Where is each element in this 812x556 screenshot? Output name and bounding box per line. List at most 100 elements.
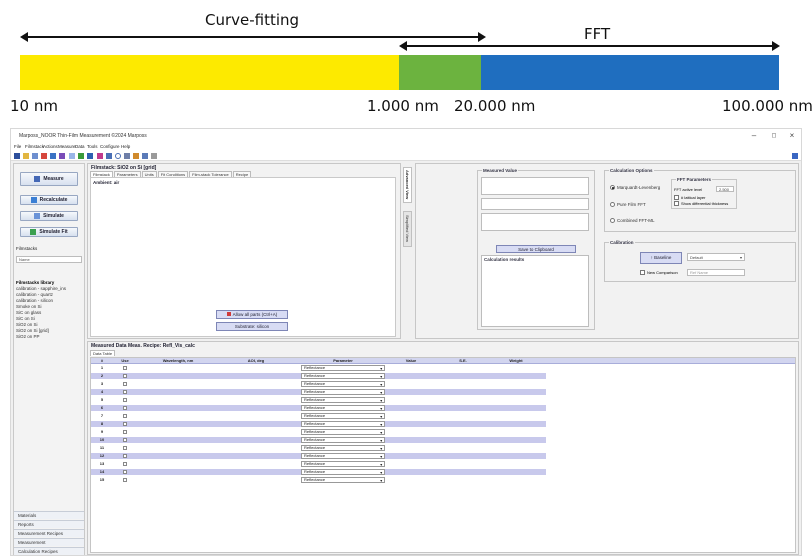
edit-icon[interactable] [41,153,47,159]
recalculate-button[interactable]: Recalculate [20,195,78,205]
option-combined[interactable]: Combined FFT-ML [610,218,655,223]
row-parameter-select[interactable]: Reflectance ▼ [301,445,385,451]
row-use-checkbox[interactable] [123,398,127,402]
tool-icon[interactable] [124,153,130,159]
row-parameter-select[interactable]: Reflectance ▼ [301,469,385,475]
chart-icon[interactable] [50,153,56,159]
close-icon[interactable]: × [785,131,799,140]
copy-icon[interactable] [32,153,38,159]
row-parameter-select[interactable]: Reflectance ▼ [301,389,385,395]
table-row[interactable]: 5 Reflectance ▼ [91,397,546,403]
tab-data-table[interactable]: Data Table [90,350,116,356]
expand-icon[interactable] [792,153,798,159]
row-use-checkbox[interactable] [123,438,127,442]
menu-data[interactable]: Data [75,144,85,149]
tab-simplified-view[interactable]: Simplified View [403,211,412,247]
nav-measurement[interactable]: Measurement [14,538,84,546]
table-row[interactable]: 15 Reflectance ▼ [91,477,546,483]
header-value[interactable]: Value [391,358,431,364]
header-parameter[interactable]: Parameter [301,358,385,364]
new-comparison-input[interactable]: Ref Name [687,269,745,276]
table-row[interactable]: 13 Reflectance ▼ [91,461,546,467]
refresh-icon[interactable] [142,153,148,159]
table-row[interactable]: 3 Reflectance ▼ [91,381,546,387]
maximize-icon[interactable]: ◻ [767,132,781,139]
save-icon[interactable] [14,153,20,159]
table-row[interactable]: 11 Reflectance ▼ [91,445,546,451]
table-row[interactable]: 2 Reflectance ▼ [91,373,546,379]
header-index[interactable]: # [96,358,108,364]
row-parameter-select[interactable]: Reflectance ▼ [301,461,385,467]
row-parameter-select[interactable]: Reflectance ▼ [301,381,385,387]
lattical-layer-check[interactable]: # lattical layer [674,195,705,201]
settings-icon[interactable] [87,153,93,159]
header-wavelength[interactable]: Wavelength, nm [143,358,213,364]
row-parameter-select[interactable]: Reflectance ▼ [301,453,385,459]
info-icon[interactable] [69,153,75,159]
option-marquardt[interactable]: Marquardt-Levenberg [610,185,660,190]
menu-actions[interactable]: Actions [43,144,58,149]
row-use-checkbox[interactable] [123,462,127,466]
simulate-button[interactable]: Simulate [20,211,78,221]
row-use-checkbox[interactable] [123,446,127,450]
menu-help[interactable]: Help [121,144,130,149]
row-parameter-select[interactable]: Reflectance ▼ [301,421,385,427]
nav-reports[interactable]: Reports [14,520,84,528]
simulate-fit-button[interactable]: Simulate Fit [20,227,78,237]
row-parameter-select[interactable]: Reflectance ▼ [301,413,385,419]
list-item[interactable]: SiO2 on PP [16,334,82,340]
header-weight[interactable]: Weight [496,358,536,364]
table-row[interactable]: 14 Reflectance ▼ [91,469,546,475]
tab-advanced-view[interactable]: Advanced View [403,167,412,203]
brush-icon[interactable] [133,153,139,159]
menu-filmstack[interactable]: Filmstack [25,144,44,149]
fft-level-input[interactable]: 2.500 [716,186,734,192]
measure-icon[interactable] [59,153,65,159]
row-use-checkbox[interactable] [123,430,127,434]
nav-measurement-recipes[interactable]: Measurement Recipes [14,529,84,537]
row-parameter-select[interactable]: Reflectance ▼ [301,397,385,403]
row-use-checkbox[interactable] [123,454,127,458]
new-comparison-check[interactable]: New Comparison [640,270,678,276]
help-icon[interactable] [151,153,157,159]
table-row[interactable]: 12 Reflectance ▼ [91,453,546,459]
menu-tools[interactable]: Tools [87,144,98,149]
row-parameter-select[interactable]: Reflectance ▼ [301,437,385,443]
row-use-checkbox[interactable] [123,366,127,370]
differential-thickness-check[interactable]: Show differential thickness [674,201,728,207]
menu-configure[interactable]: Configure [100,144,120,149]
circle-icon[interactable] [115,153,121,159]
table-row[interactable]: 4 Reflectance ▼ [91,389,546,395]
table-row[interactable]: 9 Reflectance ▼ [91,429,546,435]
layers-icon[interactable] [97,153,103,159]
table-row[interactable]: 1 Reflectance ▼ [91,365,546,371]
table-row[interactable]: 10 Reflectance ▼ [91,437,546,443]
row-parameter-select[interactable]: Reflectance ▼ [301,373,385,379]
row-use-checkbox[interactable] [123,422,127,426]
row-use-checkbox[interactable] [123,374,127,378]
header-se[interactable]: S.E. [443,358,483,364]
nav-materials[interactable]: Materials [14,511,84,519]
baseline-button[interactable]: ↑ Baseline [640,252,682,264]
header-aoi[interactable]: AOI, deg [221,358,291,364]
substrate-button[interactable]: Substrate: silicon [216,322,288,331]
menu-measure[interactable]: Measure [58,144,76,149]
row-use-checkbox[interactable] [123,414,127,418]
nav-calculation-recipes[interactable]: Calculation Recipes [14,547,84,555]
row-use-checkbox[interactable] [123,406,127,410]
row-use-checkbox[interactable] [123,390,127,394]
allow-all-parts-button[interactable]: Allow all parts (Ctrl+A) [216,310,288,319]
row-parameter-select[interactable]: Reflectance ▼ [301,429,385,435]
row-use-checkbox[interactable] [123,478,127,482]
table-row[interactable]: 6 Reflectance ▼ [91,405,546,411]
row-use-checkbox[interactable] [123,382,127,386]
minimize-icon[interactable]: – [747,131,761,140]
run-icon[interactable] [78,153,84,159]
row-parameter-select[interactable]: Reflectance ▼ [301,365,385,371]
calibration-select[interactable]: Default ▾ [687,253,745,261]
filmstack-search-input[interactable]: Name [16,256,82,263]
play-icon[interactable] [106,153,112,159]
option-pure-fft[interactable]: Pure Film FFT [610,202,646,207]
table-row[interactable]: 8 Reflectance ▼ [91,421,546,427]
header-use[interactable]: Use [117,358,133,364]
